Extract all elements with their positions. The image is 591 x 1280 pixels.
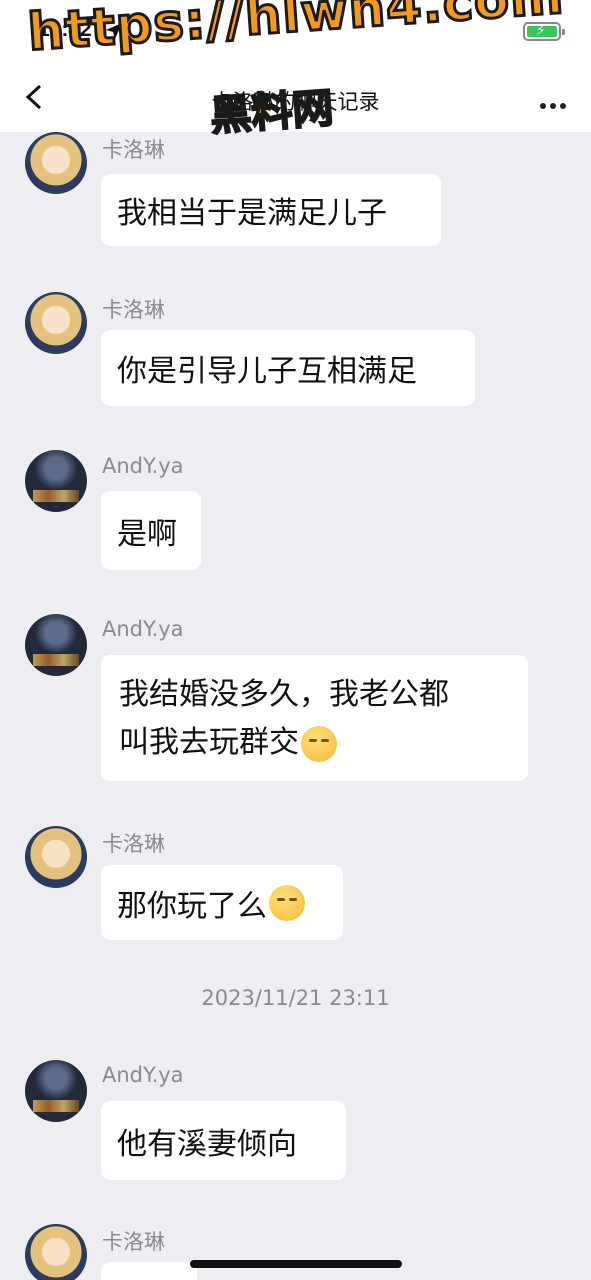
sender-name: 卡洛琳 xyxy=(102,1230,165,1254)
avatar[interactable] xyxy=(25,450,87,512)
avatar[interactable] xyxy=(25,132,87,194)
message-line: 我结婚没多久，我老公都 xyxy=(119,677,449,712)
avatar[interactable] xyxy=(25,1060,87,1122)
sender-name: AndY.ya xyxy=(102,454,184,478)
sender-name: 卡洛琳 xyxy=(102,138,165,162)
more-options-icon[interactable] xyxy=(540,94,570,113)
message-text: 那你玩了么 xyxy=(117,888,267,924)
message-bubble[interactable]: 那你玩了么 xyxy=(101,865,343,940)
message-line-with-emoji: 叫我去玩群交 xyxy=(119,719,510,767)
sender-name: 卡洛琳 xyxy=(102,832,165,856)
message-bubble[interactable] xyxy=(101,1262,197,1280)
smirk-emoji-icon xyxy=(301,725,337,762)
message-bubble[interactable]: 他有溪妻倾向 xyxy=(101,1101,346,1180)
blush-emoji-icon xyxy=(269,884,305,921)
avatar[interactable] xyxy=(25,826,87,888)
watermark-site-name: 黑料网 xyxy=(208,83,336,141)
avatar[interactable] xyxy=(25,1224,87,1280)
sender-name: AndY.ya xyxy=(102,617,184,641)
message-bubble[interactable]: 我结婚没多久，我老公都 叫我去玩群交 xyxy=(101,655,528,781)
avatar[interactable] xyxy=(25,292,87,354)
message-line: 叫我去玩群交 xyxy=(119,725,299,760)
avatar[interactable] xyxy=(25,614,87,676)
chat-timestamp: 2023/11/21 23:11 xyxy=(201,986,390,1010)
home-indicator[interactable] xyxy=(190,1260,402,1268)
sender-name: 卡洛琳 xyxy=(102,298,165,322)
message-bubble[interactable]: 我相当于是满足儿子 xyxy=(101,174,441,246)
message-bubble[interactable]: 你是引导儿子互相满足 xyxy=(101,330,475,406)
message-bubble[interactable]: 是啊 xyxy=(101,491,201,570)
sender-name: AndY.ya xyxy=(102,1063,184,1087)
